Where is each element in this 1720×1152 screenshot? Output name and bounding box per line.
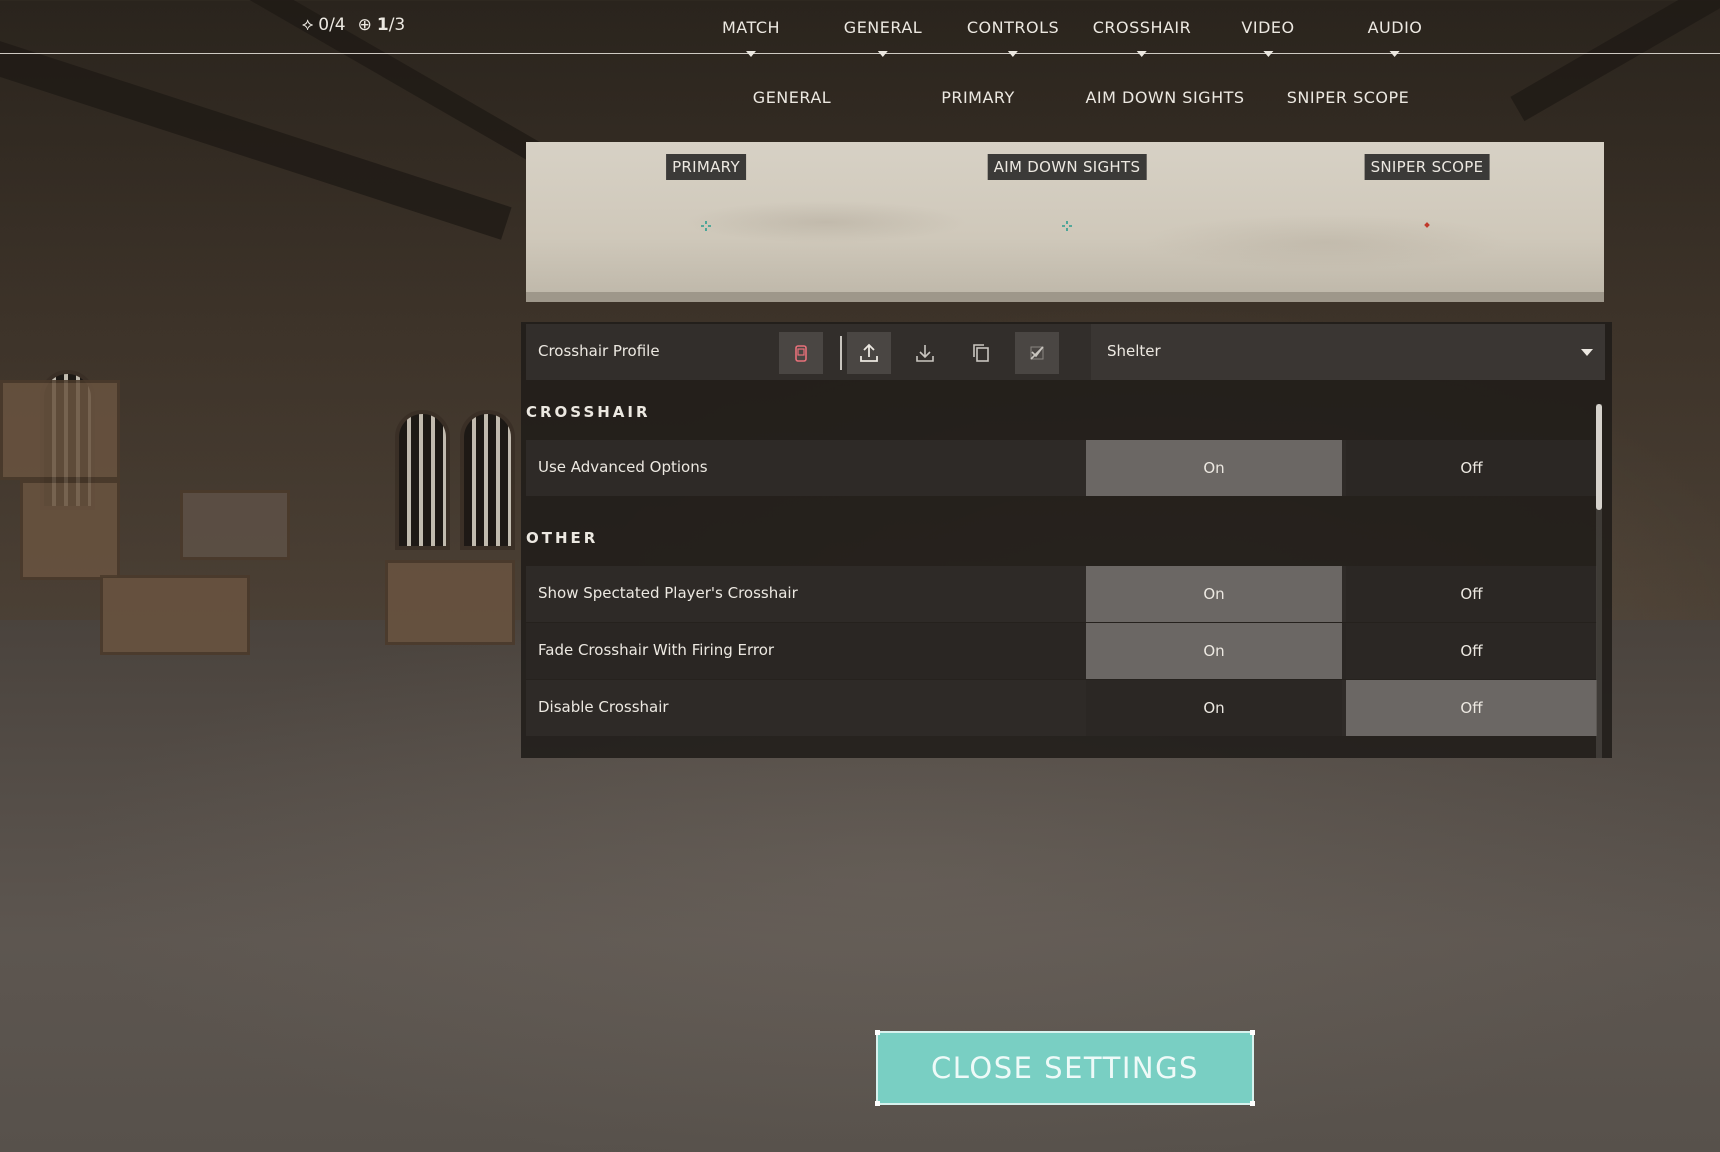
bed-frame bbox=[180, 490, 290, 560]
chevron-down-icon bbox=[1263, 51, 1273, 57]
tab-general-label: GENERAL bbox=[843, 18, 923, 37]
tab-match[interactable]: MATCH bbox=[721, 18, 781, 57]
option-use-advanced-options: Use Advanced Options On Off bbox=[526, 440, 1597, 496]
subtab-primary[interactable]: PRIMARY bbox=[941, 88, 1015, 107]
crosshair-settings-panel: Crosshair Profile Shelter CROSSHAIR Use … bbox=[521, 322, 1612, 758]
arched-window bbox=[40, 370, 95, 510]
crate bbox=[100, 575, 250, 655]
option-label: Show Spectated Player's Crosshair bbox=[538, 584, 798, 602]
preview-label-primary: PRIMARY bbox=[666, 154, 746, 180]
button-corner bbox=[875, 1101, 880, 1106]
chevron-down-icon bbox=[1389, 51, 1400, 57]
arched-window bbox=[460, 410, 515, 550]
button-corner bbox=[875, 1030, 880, 1035]
option-show-spectated-crosshair: Show Spectated Player's Crosshair On Off bbox=[526, 566, 1597, 622]
crate bbox=[20, 480, 120, 580]
tab-crosshair-label: CROSSHAIR bbox=[1092, 18, 1192, 37]
crate bbox=[0, 380, 120, 480]
chevron-down-icon bbox=[1581, 349, 1593, 356]
crosshair-icon bbox=[1061, 220, 1073, 234]
tab-audio-label: AUDIO bbox=[1367, 18, 1423, 37]
option-label: Use Advanced Options bbox=[538, 458, 708, 476]
crosshair-profile-row: Crosshair Profile Shelter bbox=[526, 324, 1605, 380]
crosshair-profile-label: Crosshair Profile bbox=[538, 342, 660, 360]
crosshair-dot-icon bbox=[1422, 220, 1432, 232]
tab-controls-label: CONTROLS bbox=[966, 18, 1060, 37]
option-disable-crosshair: Disable Crosshair On Off bbox=[526, 680, 1597, 736]
tab-video-label: VIDEO bbox=[1241, 18, 1295, 37]
option-on-button[interactable]: On bbox=[1086, 566, 1342, 622]
crosshair-preview: PRIMARY AIM DOWN SIGHTS SNIPER SCOPE bbox=[526, 142, 1604, 302]
option-off-button[interactable]: Off bbox=[1346, 680, 1597, 736]
main-tabs: MATCH GENERAL CONTROLS CROSSHAIR VIDEO A… bbox=[0, 0, 1720, 57]
delete-profile-button[interactable] bbox=[779, 332, 823, 374]
subtab-general[interactable]: GENERAL bbox=[753, 88, 831, 107]
chevron-down-icon bbox=[877, 51, 888, 57]
paste-profile-button[interactable] bbox=[1015, 332, 1059, 374]
preview-label-sniper: SNIPER SCOPE bbox=[1364, 154, 1490, 180]
import-profile-button[interactable] bbox=[847, 332, 891, 374]
chevron-down-icon bbox=[745, 51, 756, 57]
tab-audio[interactable]: AUDIO bbox=[1367, 18, 1423, 57]
option-on-button[interactable]: On bbox=[1086, 440, 1342, 496]
option-label: Fade Crosshair With Firing Error bbox=[538, 641, 775, 659]
copy-icon bbox=[973, 344, 989, 362]
export-profile-button[interactable] bbox=[903, 332, 947, 374]
crosshair-icon bbox=[700, 220, 712, 234]
delete-profile-icon bbox=[795, 345, 807, 362]
section-title-crosshair: CROSSHAIR bbox=[526, 403, 651, 421]
tab-video[interactable]: VIDEO bbox=[1241, 18, 1295, 57]
crosshair-profile-dropdown[interactable]: Shelter bbox=[1091, 324, 1605, 380]
option-off-button[interactable]: Off bbox=[1346, 566, 1597, 622]
preview-wall-edge bbox=[526, 292, 1604, 302]
crate bbox=[385, 560, 515, 645]
scrollbar-thumb[interactable] bbox=[1596, 404, 1602, 510]
option-on-button[interactable]: On bbox=[1086, 623, 1342, 679]
copy-profile-button[interactable] bbox=[959, 332, 1003, 374]
import-icon bbox=[860, 343, 878, 362]
preview-label-ads: AIM DOWN SIGHTS bbox=[987, 154, 1147, 180]
roof-beam bbox=[0, 34, 512, 240]
chevron-down-icon bbox=[1136, 51, 1147, 57]
tab-crosshair[interactable]: CROSSHAIR bbox=[1092, 18, 1192, 57]
export-icon bbox=[916, 345, 934, 362]
option-fade-crosshair: Fade Crosshair With Firing Error On Off bbox=[526, 623, 1597, 679]
subtab-sniper-scope[interactable]: SNIPER SCOPE bbox=[1287, 88, 1409, 107]
option-off-button[interactable]: Off bbox=[1346, 440, 1597, 496]
arched-window bbox=[395, 410, 450, 550]
section-title-other: OTHER bbox=[526, 529, 599, 547]
button-corner bbox=[1250, 1030, 1255, 1035]
chevron-down-icon bbox=[1007, 51, 1018, 57]
top-nav-bar: ⟡ 0/4 ⊕ 1/3 MATCH GENERAL CONTROLS CROSS… bbox=[0, 0, 1720, 57]
crosshair-sub-tabs: GENERAL PRIMARY AIM DOWN SIGHTS SNIPER S… bbox=[0, 88, 1720, 112]
option-on-button[interactable]: On bbox=[1086, 680, 1342, 736]
toolbar-divider bbox=[840, 336, 842, 370]
paste-disabled-icon bbox=[1030, 346, 1044, 360]
subtab-aim-down-sights[interactable]: AIM DOWN SIGHTS bbox=[1085, 88, 1244, 107]
option-label: Disable Crosshair bbox=[538, 698, 669, 716]
crosshair-profile-value: Shelter bbox=[1107, 342, 1161, 360]
button-corner bbox=[1250, 1101, 1255, 1106]
tab-controls[interactable]: CONTROLS bbox=[966, 18, 1060, 57]
tab-match-label: MATCH bbox=[721, 18, 781, 37]
tab-general[interactable]: GENERAL bbox=[843, 18, 923, 57]
option-off-button[interactable]: Off bbox=[1346, 623, 1597, 679]
close-settings-button[interactable]: CLOSE SETTINGS bbox=[875, 1030, 1255, 1106]
close-settings-label: CLOSE SETTINGS bbox=[931, 1051, 1199, 1085]
